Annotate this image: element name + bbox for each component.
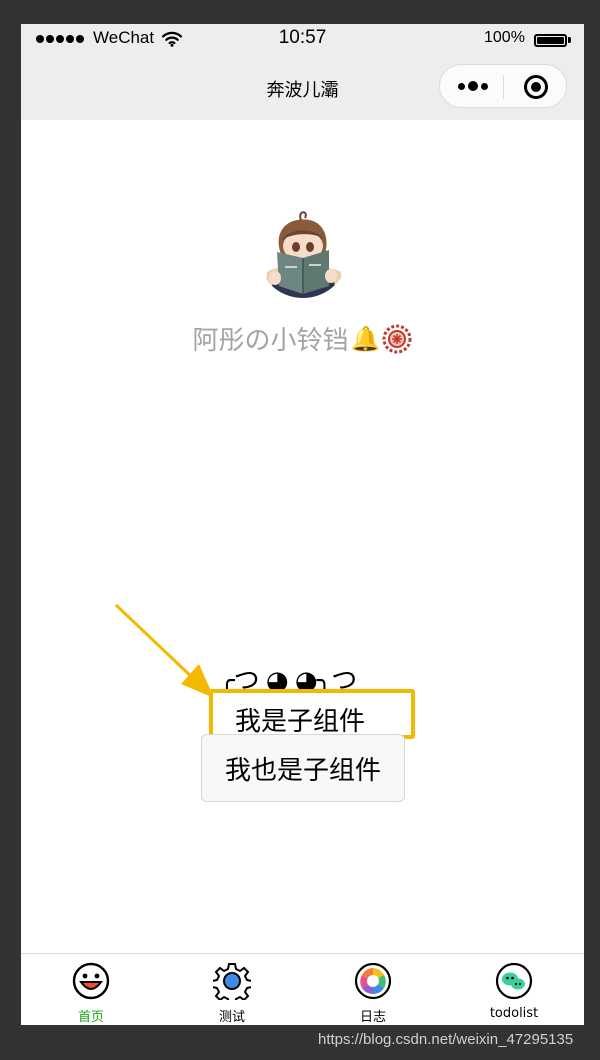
tab-todolist[interactable]: todolist: [444, 954, 584, 1025]
red-gear-emblem-icon: [382, 324, 412, 353]
child-component-label: 我是子组件: [235, 707, 366, 737]
navigation-bar: 奔波儿灞: [21, 56, 584, 120]
tab-label: 测试: [218, 1010, 245, 1025]
capsule-divider: [503, 75, 504, 99]
nickname: 阿彤の小铃铛 🔔: [21, 320, 584, 357]
watermark: https://blog.csdn.net/weixin_47295135: [318, 1031, 574, 1048]
battery-tip: [568, 37, 571, 43]
chat-bubbles-icon: [495, 962, 533, 1000]
arrow-down-right-icon: [114, 603, 214, 698]
tab-label: 首页: [77, 1010, 104, 1025]
battery-percent: 100%: [484, 29, 525, 46]
more-dots-icon[interactable]: [456, 73, 490, 99]
child-component-button[interactable]: 我也是子组件: [201, 734, 405, 802]
tab-bar: 首页 测试 日志 todolist: [21, 953, 584, 1025]
camera-aperture-icon: [354, 962, 392, 1000]
smiley-face-icon: [72, 962, 110, 1000]
tab-home[interactable]: 首页: [21, 954, 161, 1025]
menu-capsule: [439, 64, 567, 108]
status-bar: WeChat 10:57 100%: [21, 24, 584, 56]
battery-icon: [534, 34, 567, 47]
tab-label: 日志: [359, 1010, 386, 1025]
tab-test[interactable]: 测试: [162, 954, 302, 1025]
child-component-box: 我是子组件: [209, 689, 415, 739]
target-circle-icon[interactable]: [524, 75, 548, 99]
nickname-text: 阿彤の小铃铛: [192, 326, 349, 356]
avatar: [257, 206, 349, 298]
phone-screen: WeChat 10:57 100% 奔波儿灞 阿彤の小铃铛 🔔 ╭つ ◕ ◕╮つ…: [21, 24, 584, 1025]
bell-emoji: 🔔: [350, 324, 381, 353]
gear-icon: [213, 963, 251, 1000]
tab-log[interactable]: 日志: [303, 954, 443, 1025]
tab-label: todolist: [489, 1006, 539, 1021]
